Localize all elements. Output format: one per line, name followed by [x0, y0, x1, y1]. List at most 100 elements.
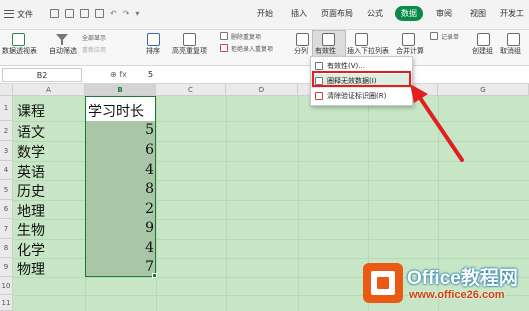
highlight-duplicates-button[interactable]: 高亮重复项: [172, 46, 207, 56]
print-preview-icon[interactable]: [80, 9, 89, 18]
redo-icon[interactable]: ↷: [123, 9, 130, 18]
tab-home[interactable]: 开始: [257, 8, 273, 19]
ungroup-button[interactable]: 取消组: [500, 46, 521, 56]
gridline: [226, 96, 227, 311]
highlight-duplicates-icon: [183, 33, 196, 46]
dropdown-icon[interactable]: ▾: [135, 9, 139, 18]
create-group-button[interactable]: 创建组: [472, 46, 493, 56]
gridline: [156, 96, 157, 311]
validity-button[interactable]: 有效性: [312, 30, 346, 57]
consolidate-button[interactable]: 合并计算: [396, 46, 424, 56]
reject-duplicates-icon: [220, 44, 228, 52]
cell-b1[interactable]: 学习时长: [88, 101, 144, 121]
office-logo-icon: [363, 263, 403, 303]
watermark-url: www.office26.com: [409, 289, 505, 301]
cell-course[interactable]: 数学: [17, 142, 45, 162]
insert-dropdown-button[interactable]: 插入下拉列表: [347, 46, 389, 56]
show-all-button[interactable]: 全部显示: [82, 33, 106, 42]
row-header[interactable]: 6: [0, 200, 13, 219]
pivot-table-button[interactable]: 数据透视表: [2, 46, 37, 56]
watermark-title: Office教程网: [407, 268, 518, 289]
formula-icons: ⊕ fx: [110, 70, 127, 79]
cell-hours[interactable]: 6: [86, 142, 156, 158]
autofilter-button[interactable]: 自动筛选: [49, 46, 77, 56]
copy-icon[interactable]: [95, 9, 104, 18]
cell-hours[interactable]: 4: [86, 240, 156, 256]
cell-course[interactable]: 生物: [17, 220, 45, 240]
row-header[interactable]: 4: [0, 161, 13, 180]
watermark: Office教程网 www.office26.com: [362, 262, 526, 306]
save-icon[interactable]: [50, 9, 59, 18]
row-header[interactable]: 5: [0, 180, 13, 200]
highlight-frame: [312, 71, 411, 87]
sort-button[interactable]: 排序: [146, 46, 160, 56]
tab-data[interactable]: 数据: [395, 6, 423, 21]
tab-insert[interactable]: 插入: [291, 8, 307, 19]
file-menu[interactable]: 文件: [17, 9, 33, 20]
reject-duplicates-button[interactable]: 拒绝录入重复项: [231, 44, 273, 53]
consolidate-icon: [402, 33, 415, 46]
row-header[interactable]: 11: [0, 295, 13, 311]
row-header[interactable]: 8: [0, 239, 13, 258]
reapply-button[interactable]: 重新应用: [82, 45, 106, 54]
cell-hours[interactable]: 5: [86, 122, 156, 138]
text-to-columns-icon: [296, 33, 309, 46]
column-header-d[interactable]: D: [226, 84, 298, 96]
insert-dropdown-icon: [355, 33, 368, 46]
record-form-icon: [430, 32, 438, 40]
row-header[interactable]: 10: [0, 277, 13, 295]
name-box[interactable]: B2: [2, 68, 82, 82]
print-icon[interactable]: [65, 9, 74, 18]
zoom-icon[interactable]: ⊕: [110, 70, 117, 79]
row-header[interactable]: 1: [0, 96, 13, 121]
cell-hours[interactable]: 4: [86, 162, 156, 178]
tab-page-layout[interactable]: 页面布局: [321, 8, 353, 19]
cell-course[interactable]: 物理: [17, 259, 45, 279]
sort-icon: [147, 33, 160, 46]
validity-icon: [322, 33, 335, 46]
cell-course[interactable]: 历史: [17, 181, 45, 201]
menu-item-clear-validation-circles[interactable]: 清除验证标识圈(R): [311, 89, 412, 103]
filter-icon: [56, 33, 69, 46]
column-header-a[interactable]: A: [13, 84, 85, 96]
row-header[interactable]: 2: [0, 121, 13, 141]
cell-hours[interactable]: 8: [86, 181, 156, 197]
formula-input[interactable]: 5: [148, 70, 153, 79]
delete-duplicates-button[interactable]: 删除重复项: [231, 32, 261, 41]
tab-review[interactable]: 审阅: [436, 8, 452, 19]
column-header-g[interactable]: G: [438, 84, 529, 96]
quick-access-toolbar: ↶ ↷ ▾: [50, 9, 139, 18]
tab-view[interactable]: 视图: [470, 8, 486, 19]
create-group-icon: [477, 33, 490, 46]
tab-formulas[interactable]: 公式: [367, 8, 383, 19]
gridline: [298, 96, 299, 311]
text-to-columns-button[interactable]: 分列: [294, 46, 308, 56]
cell-hours[interactable]: 7: [86, 259, 156, 275]
row-header[interactable]: 7: [0, 219, 13, 239]
menu-bar: 文件 ↶ ↷ ▾ 开始 插入 页面布局 公式 数据 审阅 视图 开发工: [0, 0, 529, 30]
pivot-table-icon: [12, 33, 25, 46]
ungroup-icon: [507, 33, 520, 46]
cell-course[interactable]: 化学: [17, 240, 45, 260]
validity-button-label: 有效性: [315, 47, 336, 55]
menu-icon[interactable]: [4, 10, 14, 18]
menu-item-label: 清除验证标识圈(R): [327, 92, 387, 100]
clear-circles-icon: [315, 92, 323, 100]
undo-icon[interactable]: ↶: [110, 9, 117, 18]
cell-hours[interactable]: 2: [86, 201, 156, 217]
tab-developer[interactable]: 开发工: [500, 8, 524, 19]
ribbon: 数据透视表 自动筛选 全部显示 重新应用 排序 高亮重复项 删除重复项 拒绝录入…: [0, 30, 529, 66]
menu-item-label: 有效性(V)...: [327, 62, 365, 70]
cell-hours[interactable]: 9: [86, 220, 156, 236]
cell-course[interactable]: 英语: [17, 162, 45, 182]
fx-icon[interactable]: fx: [119, 70, 127, 79]
cell-a1[interactable]: 课程: [17, 101, 45, 121]
row-header[interactable]: 9: [0, 258, 13, 277]
cell-course[interactable]: 语文: [17, 122, 45, 142]
cell-course[interactable]: 地理: [17, 201, 45, 221]
row-header[interactable]: 3: [0, 141, 13, 161]
column-header-b[interactable]: B: [85, 84, 156, 96]
column-header-c[interactable]: C: [156, 84, 226, 96]
record-form-button[interactable]: 记录单: [441, 32, 459, 41]
select-all-corner[interactable]: [0, 84, 13, 96]
